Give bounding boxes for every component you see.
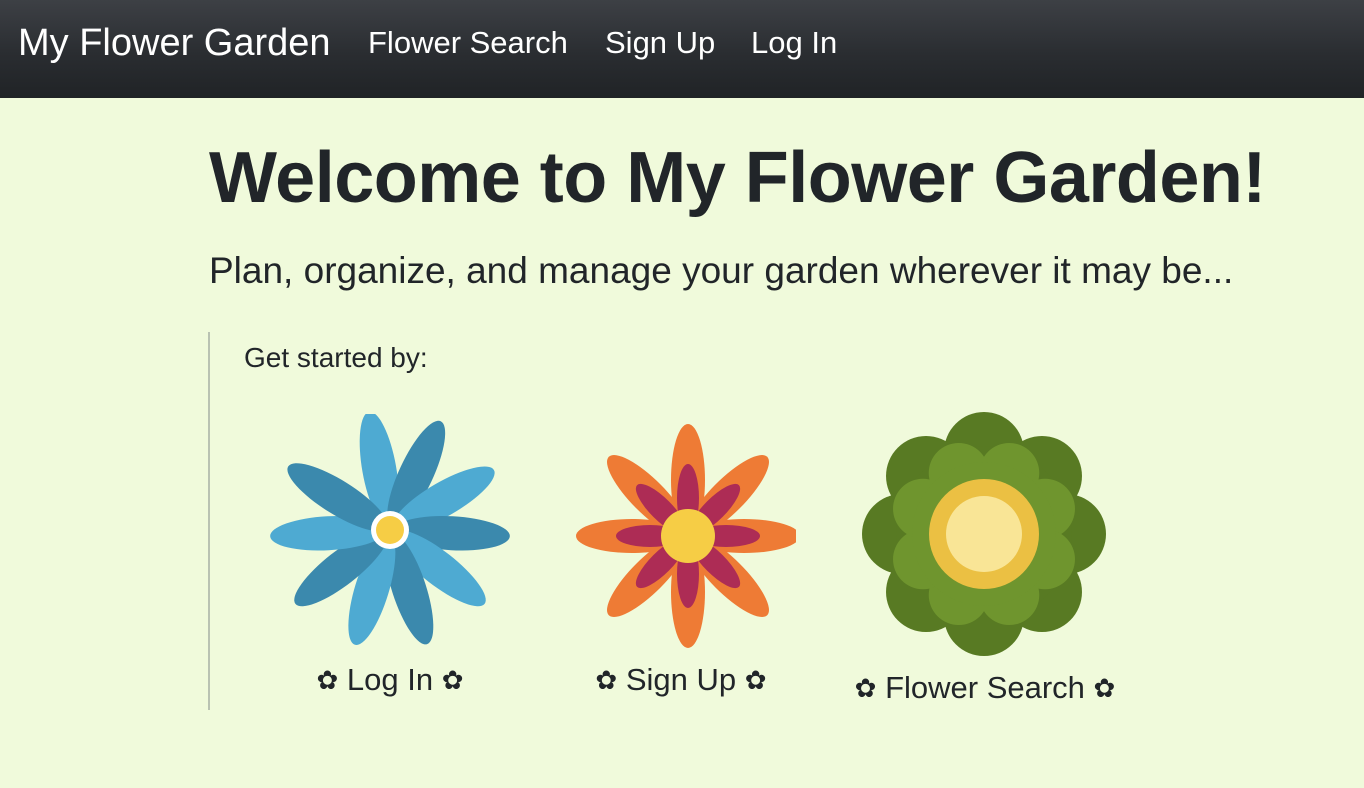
nav-link-flower-search[interactable]: Flower Search (368, 23, 568, 63)
orange-flower-icon (576, 424, 796, 648)
log-in-option[interactable]: ✿ Log In ✿ (262, 414, 518, 700)
sign-up-label: ✿ Sign Up ✿ (556, 660, 806, 700)
brand-link[interactable]: My Flower Garden (18, 20, 331, 66)
sign-up-option[interactable]: ✿ Sign Up ✿ (556, 414, 806, 700)
blue-flower-icon (270, 414, 510, 645)
navbar: My Flower Garden Flower Search Sign Up L… (0, 0, 1364, 98)
nav-link-sign-up[interactable]: Sign Up (605, 23, 715, 63)
flower-decoration-icon: ✿ (441, 665, 464, 695)
get-started-section: Get started by: ✿ Log In ✿ ✿ Sign Up ✿ ✿… (208, 332, 1210, 710)
flower-decoration-icon: ✿ (595, 665, 618, 695)
green-flower-icon (862, 412, 1106, 656)
log-in-label: ✿ Log In ✿ (262, 660, 518, 700)
flower-decoration-icon: ✿ (316, 665, 339, 695)
get-started-heading: Get started by: (244, 342, 428, 373)
flower-search-option[interactable]: ✿ Flower Search ✿ (840, 412, 1130, 708)
flower-decoration-icon: ✿ (1093, 673, 1116, 703)
main-content: Welcome to My Flower Garden! Plan, organ… (0, 98, 1364, 788)
flower-search-label: ✿ Flower Search ✿ (840, 668, 1130, 708)
page-title: Welcome to My Flower Garden! (209, 138, 1266, 218)
page-subtitle: Plan, organize, and manage your garden w… (209, 250, 1234, 291)
nav-link-log-in[interactable]: Log In (751, 23, 837, 63)
flower-decoration-icon: ✿ (854, 673, 877, 703)
flower-decoration-icon: ✿ (744, 665, 767, 695)
